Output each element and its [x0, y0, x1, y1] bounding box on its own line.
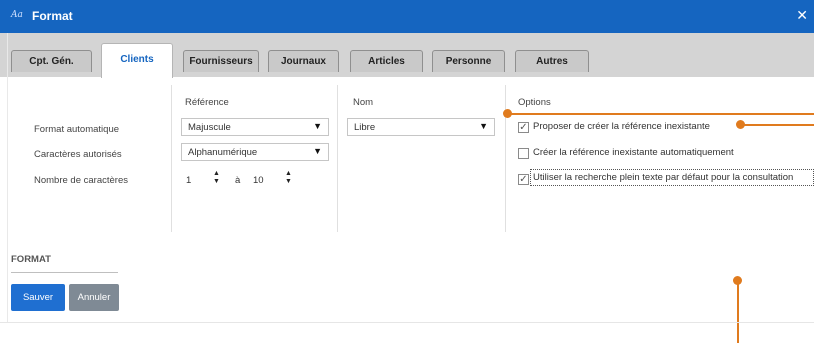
reference-min-stepper[interactable]: ▲ ▼	[211, 170, 222, 188]
reference-caracteres-select[interactable]: Alphanumérique ▼	[181, 143, 329, 161]
nom-format-value: Libre	[354, 122, 376, 133]
reference-format-value: Majuscule	[188, 122, 231, 133]
window-titlebar: Aa Format ✕	[0, 0, 814, 33]
reference-max-value[interactable]: 10	[253, 175, 264, 186]
annotation-line	[737, 283, 739, 343]
label-caracteres-autorises: Caractères autorisés	[34, 149, 122, 160]
format-app-icon: Aa	[11, 10, 23, 20]
panel-left-border	[7, 33, 8, 323]
spin-down-icon[interactable]: ▼	[283, 178, 294, 186]
tab-bar: Cpt. Gén. Clients Fournisseurs Journaux …	[0, 33, 814, 78]
option-plein-texte-checkbox[interactable]: ✓	[518, 174, 529, 185]
options-column-header: Options	[518, 97, 551, 108]
save-button[interactable]: Sauver	[11, 284, 65, 311]
label-nombre-caracteres: Nombre de caractères	[34, 175, 128, 186]
cancel-button[interactable]: Annuler	[69, 284, 119, 311]
tab-autres[interactable]: Autres	[515, 50, 589, 72]
nom-column-header: Nom	[353, 97, 374, 108]
column-divider	[337, 85, 338, 232]
chevron-down-icon: ▼	[313, 121, 322, 131]
option-creer-auto-checkbox[interactable]	[518, 148, 529, 159]
reference-format-select[interactable]: Majuscule ▼	[181, 118, 329, 136]
tab-fournisseurs[interactable]: Fournisseurs	[183, 50, 259, 72]
annotation-line	[743, 124, 814, 126]
spin-up-icon[interactable]: ▲	[283, 170, 294, 178]
nom-format-select[interactable]: Libre ▼	[347, 118, 495, 136]
section-title-format: FORMAT	[11, 254, 51, 265]
tab-clients[interactable]: Clients	[101, 43, 173, 78]
tab-personne[interactable]: Personne	[432, 50, 505, 72]
tab-journaux[interactable]: Journaux	[268, 50, 339, 72]
label-format-automatique: Format automatique	[34, 124, 120, 135]
chevron-down-icon: ▼	[313, 146, 322, 156]
reference-caracteres-value: Alphanumérique	[188, 147, 258, 158]
spin-down-icon[interactable]: ▼	[211, 178, 222, 186]
annotation-line	[510, 113, 814, 115]
window-title: Format	[32, 9, 73, 23]
reference-column-header: Référence	[185, 97, 229, 108]
option-proposer-label[interactable]: Proposer de créer la référence inexistan…	[533, 121, 710, 132]
chevron-down-icon: ▼	[479, 121, 488, 131]
column-divider	[505, 85, 506, 232]
tab-articles[interactable]: Articles	[350, 50, 423, 72]
reference-min-value[interactable]: 1	[186, 175, 191, 186]
bottom-divider	[0, 322, 814, 323]
check-icon: ✓	[519, 174, 528, 185]
spin-up-icon[interactable]: ▲	[211, 170, 222, 178]
option-creer-auto-label[interactable]: Créer la référence inexistante automatiq…	[533, 147, 734, 158]
range-separator: à	[235, 175, 241, 186]
section-underline	[11, 272, 118, 273]
column-divider	[171, 85, 172, 232]
check-icon: ✓	[519, 122, 528, 133]
option-proposer-checkbox[interactable]: ✓	[518, 122, 529, 133]
reference-max-stepper[interactable]: ▲ ▼	[283, 170, 294, 188]
option-plein-texte-label[interactable]: Utiliser la recherche plein texte par dé…	[533, 172, 793, 183]
close-icon[interactable]: ✕	[796, 7, 808, 24]
tab-cpt-gen[interactable]: Cpt. Gén.	[11, 50, 92, 72]
